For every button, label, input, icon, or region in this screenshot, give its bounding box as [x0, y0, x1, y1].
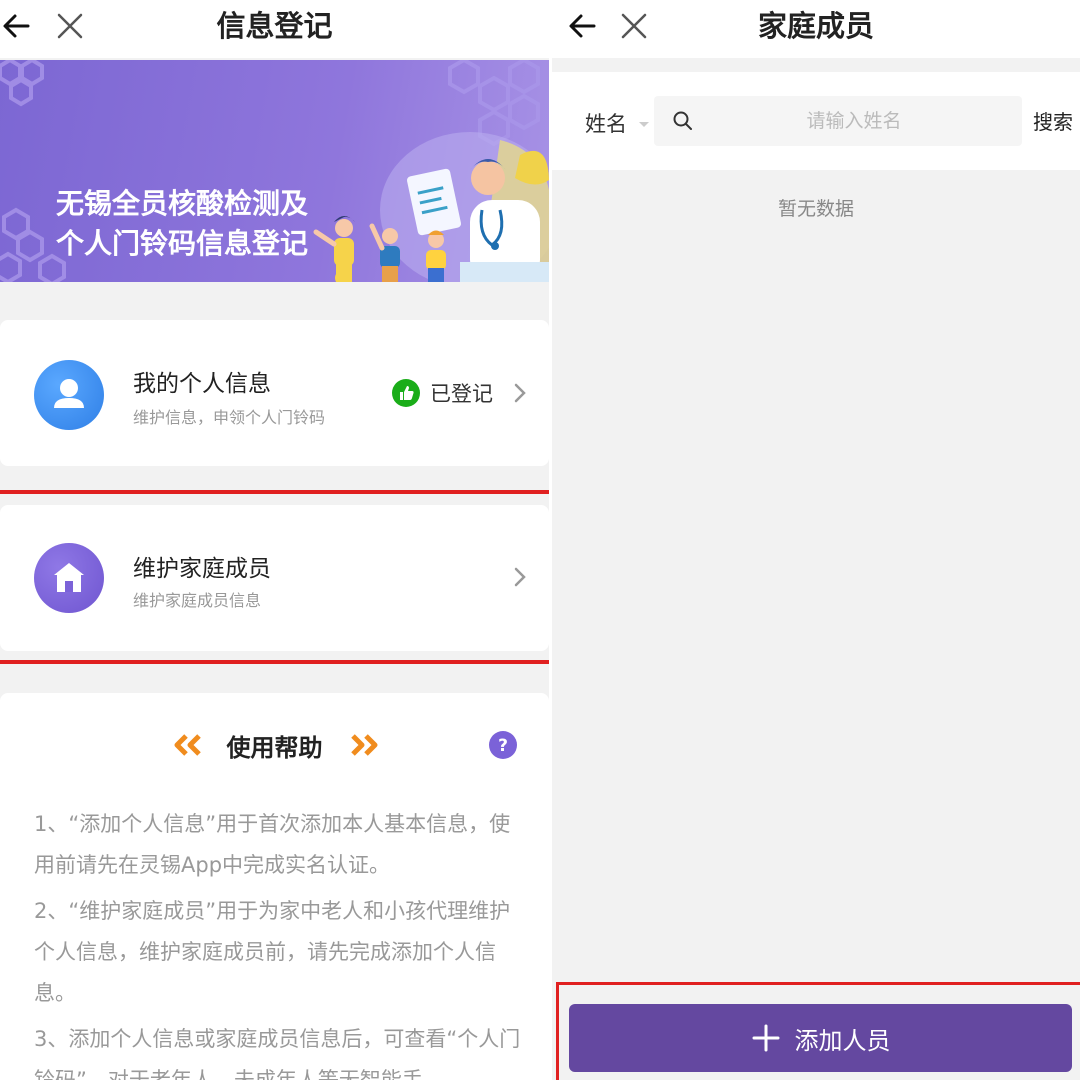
house-icon — [34, 543, 104, 613]
name-filter-dropdown[interactable]: 姓名 — [585, 108, 650, 138]
highlight-line-top — [0, 490, 549, 494]
double-chevron-right-icon — [351, 734, 378, 756]
family-members-subtitle: 维护家庭成员信息 — [133, 591, 262, 610]
personal-info-subtitle: 维护信息，申领个人门铃码 — [133, 408, 326, 427]
nav-bar: 信息登记 — [0, 0, 549, 58]
help-question-icon[interactable]: ? — [489, 731, 517, 759]
caret-down-icon — [638, 122, 649, 127]
help-paragraph-2: 2、“维护家庭成员”用于为家中老人和小孩代理维护个人信息，维护家庭成员前，请先完… — [34, 899, 511, 1005]
help-paragraph-3: 3、添加个人信息或家庭成员信息后，可查看“个人门铃码”，对于老年人、未成年人等无… — [34, 1027, 521, 1080]
close-icon[interactable] — [52, 8, 88, 44]
banner-line-2: 个人门铃码信息登记 — [56, 227, 309, 260]
search-icon — [673, 111, 692, 130]
info-registration-screen: 信息登记 无锡全员核酸检测及 个人门铃码信息登记 我的个人信息 维护信息，申领个… — [0, 0, 549, 1080]
family-members-screen: 家庭成员 姓名 搜索 暂无数据 添加人员 — [552, 0, 1080, 1080]
hero-banner: 无锡全员核酸检测及 个人门铃码信息登记 — [0, 60, 549, 282]
search-button[interactable]: 搜索 — [1033, 106, 1073, 135]
nav-bar: 家庭成员 — [552, 0, 1080, 58]
status-label: 已登记 — [430, 382, 493, 406]
banner-headline: 无锡全员核酸检测及 个人门铃码信息登记 — [56, 184, 396, 264]
add-member-button[interactable]: 添加人员 — [569, 1004, 1072, 1072]
add-member-label: 添加人员 — [794, 1026, 891, 1055]
help-paragraph-1: 1、“添加个人信息”用于首次添加本人基本信息，使用前请先在灵锡App中完成实名认… — [34, 812, 511, 877]
close-icon[interactable] — [616, 8, 652, 44]
personal-info-card[interactable]: 我的个人信息 维护信息，申领个人门铃码 已登记 — [0, 320, 549, 466]
chevron-right-icon — [514, 383, 526, 403]
family-members-title: 维护家庭成员 — [133, 556, 271, 582]
name-filter-label: 姓名 — [585, 112, 627, 136]
name-search-input[interactable] — [699, 96, 1009, 146]
search-box — [654, 96, 1022, 146]
thumbs-up-icon — [392, 379, 420, 407]
help-title: 使用帮助 — [226, 734, 323, 762]
back-arrow-icon[interactable] — [0, 8, 36, 44]
person-icon — [34, 360, 104, 430]
banner-line-1: 无锡全员核酸检测及 — [56, 187, 309, 220]
plus-icon — [752, 1024, 779, 1052]
back-arrow-icon[interactable] — [566, 8, 602, 44]
family-members-card[interactable]: 维护家庭成员 维护家庭成员信息 — [0, 505, 549, 651]
registered-status: 已登记 — [392, 378, 493, 408]
chevron-right-icon — [514, 567, 526, 587]
svg-text:?: ? — [498, 736, 508, 756]
personal-info-title: 我的个人信息 — [133, 371, 271, 397]
highlight-line-bottom — [0, 660, 549, 664]
empty-state: 暂无数据 — [777, 198, 854, 220]
